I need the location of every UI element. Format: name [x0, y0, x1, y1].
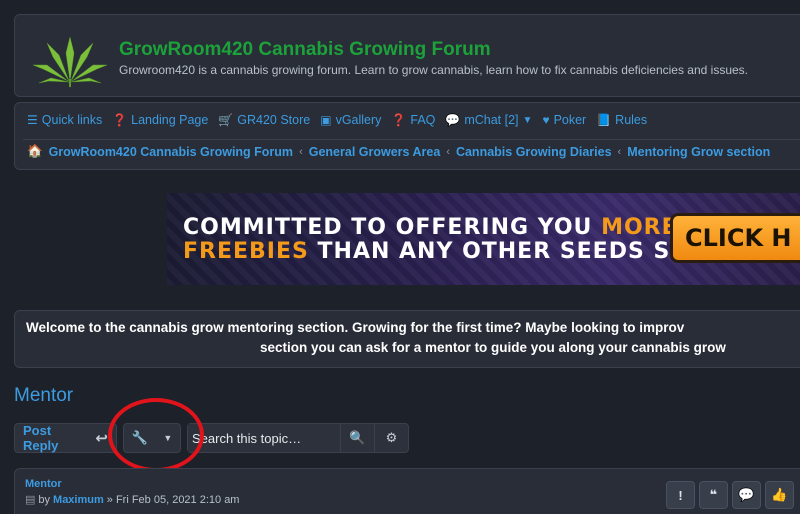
mchat-link[interactable]: 💬 mChat [2] ▼ — [445, 113, 532, 127]
search-topic-input[interactable] — [188, 424, 340, 452]
wrench-icon: 🔧 — [131, 430, 148, 445]
post-title[interactable]: Mentor — [25, 478, 62, 490]
breadcrumb-mentoring[interactable]: Mentoring Grow section — [627, 145, 770, 159]
quick-link-label: FAQ — [410, 113, 436, 127]
chevron-right-icon: ‹ — [446, 145, 450, 158]
post-buttons: ! ❝ 💬 👍 — [666, 481, 794, 509]
quick-link-label: Quick links — [41, 113, 103, 127]
landing-page-link[interactable]: ❓ Landing Page — [112, 113, 208, 127]
banner-line-1: COMMITTED TO OFFERING YOU MORE — [183, 215, 678, 240]
chat-icon: 💬 — [445, 113, 461, 127]
bars-icon: ☰ — [27, 113, 38, 127]
quick-links-menu[interactable]: ☰ Quick links — [27, 113, 102, 127]
site-title[interactable]: GrowRoom420 Cannabis Growing Forum — [119, 39, 491, 61]
post-reply-button[interactable]: Post Reply ↩ — [14, 423, 117, 453]
caret-down-icon: ▼ — [163, 433, 173, 443]
seeds-banner-ad[interactable]: COMMITTED TO OFFERING YOU MORE FREEBIES … — [167, 193, 800, 285]
post-reply-label: Post Reply — [23, 423, 59, 453]
chat-button[interactable]: 💬 — [732, 481, 761, 509]
like-button[interactable]: 👍 — [765, 481, 794, 509]
post-item: Mentor ▤ by Maximum » Fri Feb 05, 2021 2… — [14, 468, 800, 514]
cart-icon: 🛒 — [218, 113, 234, 127]
topic-tools-dropdown[interactable]: 🔧 ▼ — [123, 423, 181, 453]
site-description: Growroom420 is a cannabis growing forum.… — [119, 63, 749, 77]
rules-link[interactable]: 📘 Rules — [596, 113, 647, 127]
quick-links-row: ☰ Quick links ❓ Landing Page 🛒 GR420 Sto… — [27, 113, 647, 127]
chat-icon: 💬 — [738, 487, 755, 502]
quick-link-label: Landing Page — [131, 113, 209, 127]
post-meta: ▤ by Maximum » Fri Feb 05, 2021 2:10 am — [25, 493, 240, 507]
question-circle-icon: ❓ — [112, 113, 128, 127]
breadcrumb-growing-diaries[interactable]: Cannabis Growing Diaries — [456, 145, 612, 159]
store-link[interactable]: 🛒 GR420 Store — [218, 113, 310, 127]
breadcrumb-forum-home[interactable]: GrowRoom420 Cannabis Growing Forum — [49, 145, 293, 159]
breadcrumb-general-growers[interactable]: General Growers Area — [309, 145, 441, 159]
book-icon: 📘 — [596, 113, 612, 127]
question-circle-icon: ❓ — [391, 113, 407, 127]
nav-divider — [23, 139, 800, 140]
advanced-search-button[interactable]: ⚙ — [374, 424, 408, 452]
faq-link[interactable]: ❓ FAQ — [391, 113, 435, 127]
announcement-line-1: Welcome to the cannabis grow mentoring s… — [26, 320, 685, 335]
chevron-right-icon: ‹ — [299, 145, 303, 158]
post-date: » Fri Feb 05, 2021 2:10 am — [106, 493, 240, 506]
topic-action-bar: Post Reply ↩ 🔧 ▼ 🔍 ⚙ — [14, 423, 409, 453]
vgallery-link[interactable]: ▣ vGallery — [320, 113, 381, 127]
cannabis-leaf-logo[interactable] — [31, 35, 109, 87]
caret-down-icon[interactable]: ▼ — [523, 115, 533, 126]
quick-link-label: Poker — [553, 113, 587, 127]
thumbs-up-icon: 👍 — [771, 487, 788, 502]
quick-link-label: GR420 Store — [237, 113, 311, 127]
navbar: ☰ Quick links ❓ Landing Page 🛒 GR420 Sto… — [14, 102, 800, 170]
quote-icon: ❝ — [709, 487, 718, 502]
post-by-label: by — [38, 493, 51, 506]
announcement-line-2: section you can ask for a mentor to guid… — [260, 340, 726, 355]
forum-announcement: Welcome to the cannabis grow mentoring s… — [14, 310, 800, 368]
topic-search-box: 🔍 ⚙ — [187, 423, 409, 453]
site-header: GrowRoom420 Cannabis Growing Forum Growr… — [14, 14, 800, 97]
chevron-right-icon: ‹ — [617, 145, 622, 158]
gear-icon: ⚙ — [385, 430, 398, 445]
quote-button[interactable]: ❝ — [699, 481, 728, 509]
report-button[interactable]: ! — [666, 481, 695, 509]
reply-arrow-icon: ↩ — [95, 430, 108, 447]
banner-line-2: FREEBIES THAN ANY OTHER SEEDS SITE — [183, 239, 712, 264]
file-icon[interactable]: ▤ — [25, 493, 35, 506]
search-button[interactable]: 🔍 — [340, 424, 374, 452]
quick-link-label: Rules — [615, 113, 648, 127]
heart-icon: ♥ — [542, 113, 550, 127]
quick-link-label: vGallery — [335, 113, 382, 127]
quick-link-label: mChat [2] — [464, 113, 519, 127]
breadcrumb: 🏠 GrowRoom420 Cannabis Growing Forum ‹ G… — [27, 144, 770, 159]
exclamation-icon: ! — [678, 487, 683, 503]
post-author-link[interactable]: Maximum — [53, 494, 104, 506]
image-gallery-icon: ▣ — [320, 113, 332, 127]
banner-click-button[interactable]: CLICK H — [670, 213, 800, 263]
search-icon: 🔍 — [349, 430, 366, 445]
home-icon: 🏠 — [27, 144, 43, 158]
poker-link[interactable]: ♥ Poker — [542, 113, 586, 127]
topic-title[interactable]: Mentor — [14, 385, 73, 407]
